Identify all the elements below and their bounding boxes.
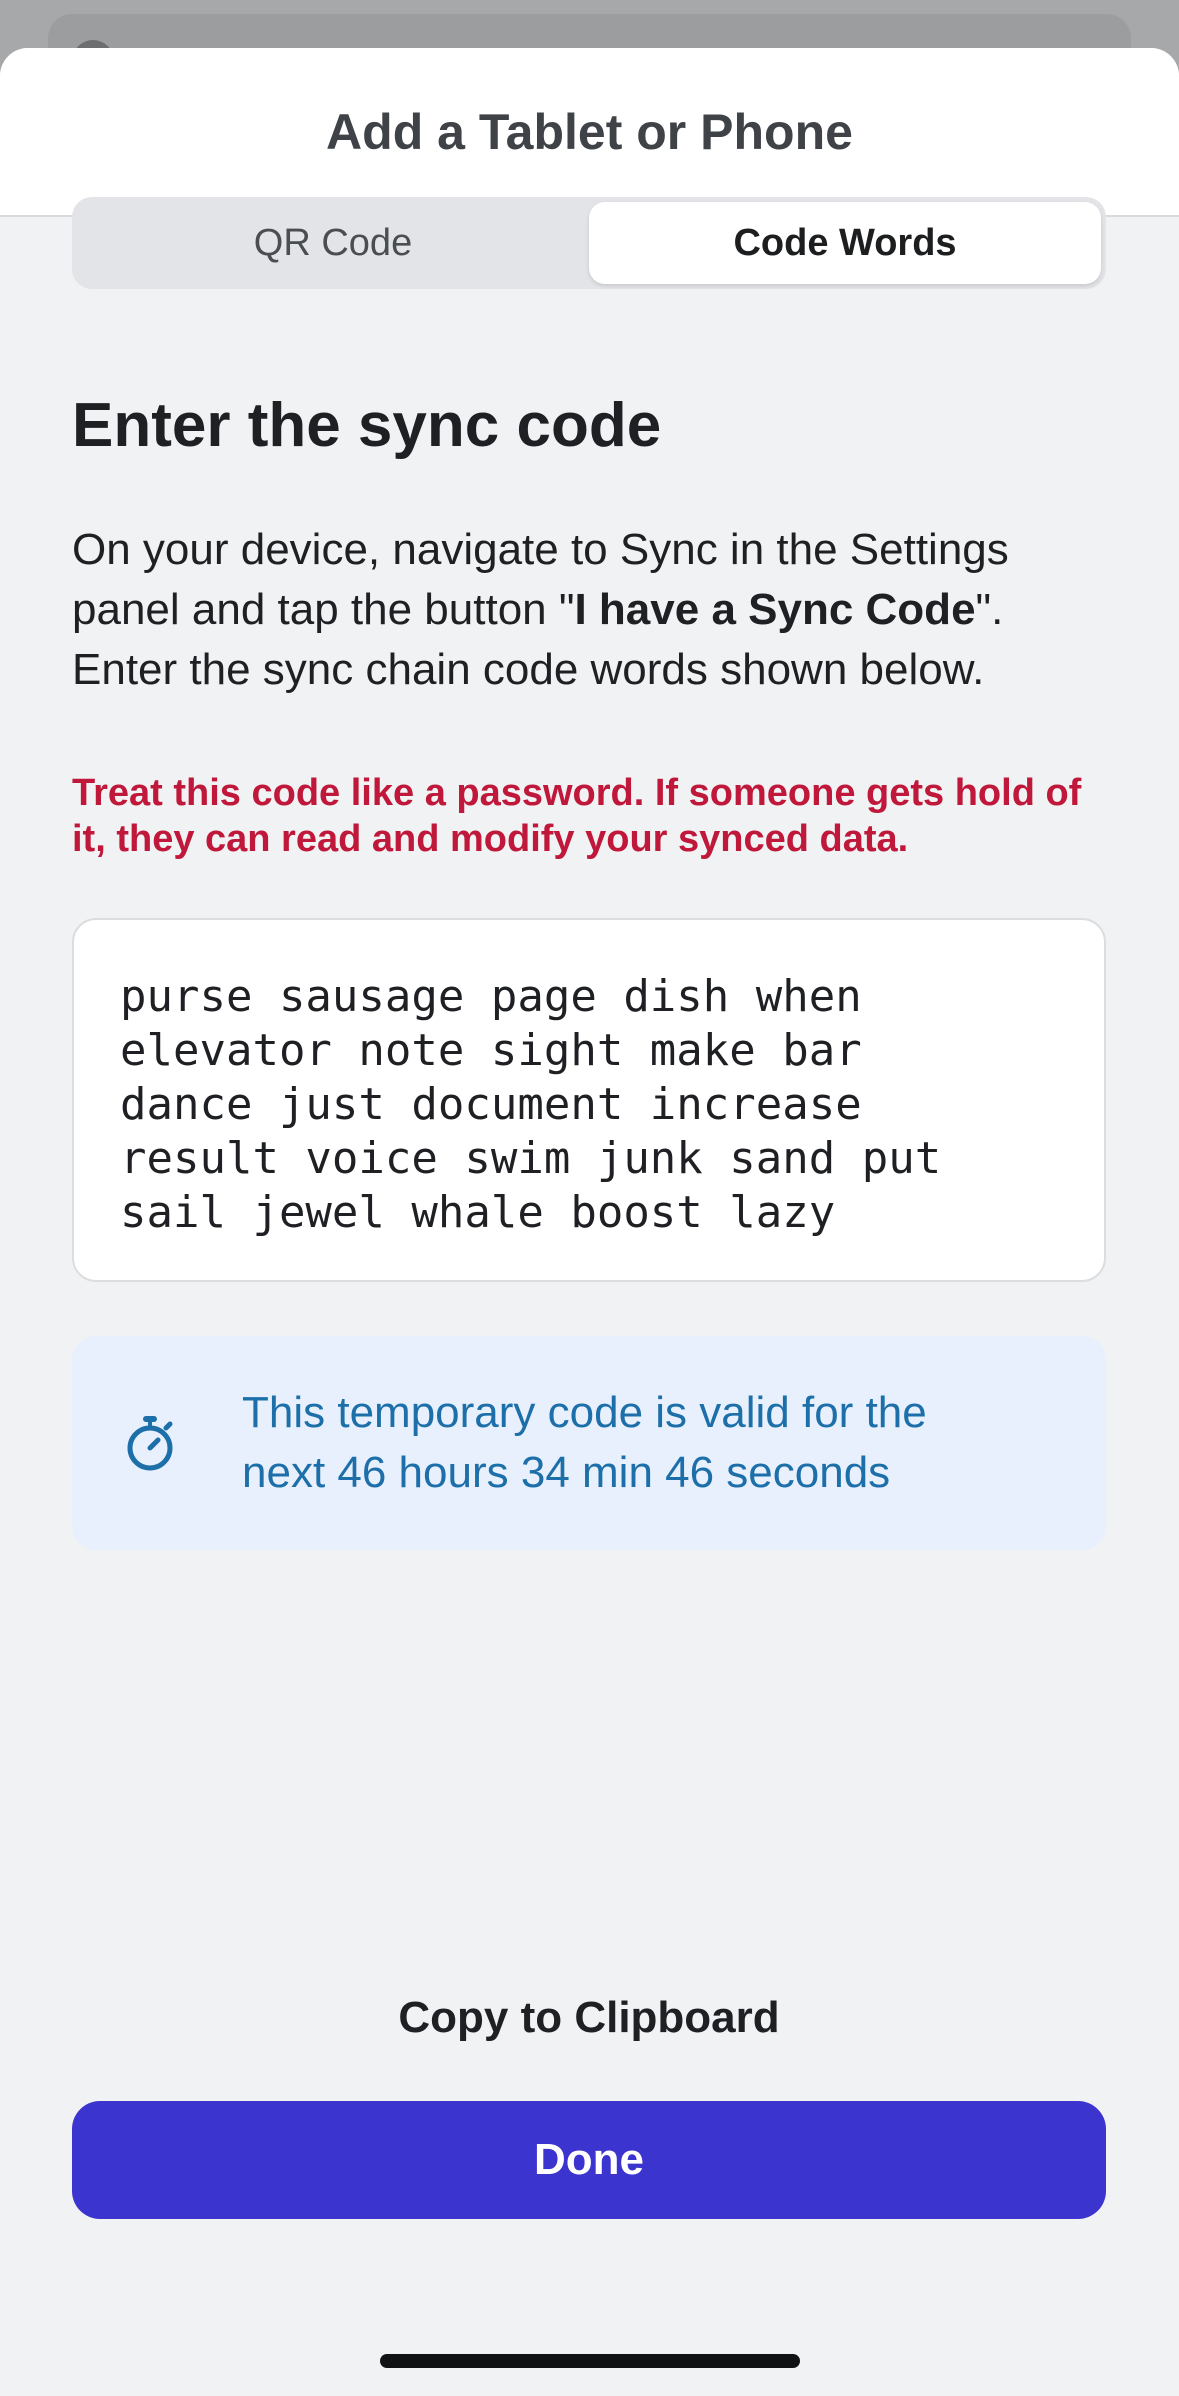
stopwatch-icon <box>127 1416 173 1471</box>
done-button[interactable]: Done <box>72 2101 1106 2219</box>
code-words-text: purse sausage page dish when elevator no… <box>120 971 942 1238</box>
home-indicator <box>380 2354 800 2368</box>
code-words-box[interactable]: purse sausage page dish when elevator no… <box>72 918 1106 1282</box>
page-heading: Enter the sync code <box>72 391 662 460</box>
timer-text-line1: This temporary code is valid for the <box>242 1388 927 1437</box>
copy-to-clipboard-button[interactable]: Copy to Clipboard <box>72 1986 1106 2050</box>
timer-text: This temporary code is valid for the nex… <box>242 1383 927 1503</box>
timer-info-box: This temporary code is valid for the nex… <box>72 1336 1106 1550</box>
instructions-text: On your device, navigate to Sync in the … <box>72 520 1112 700</box>
segmented-control: QR Code Code Words <box>72 197 1106 289</box>
tab-code-words[interactable]: Code Words <box>589 202 1101 284</box>
timer-text-line2: next 46 hours 34 min 46 seconds <box>242 1448 891 1497</box>
instructions-text-bold: I have a Sync Code <box>574 585 976 634</box>
sheet-header: Add a Tablet or Phone <box>0 48 1179 217</box>
tab-qr-code[interactable]: QR Code <box>77 202 589 284</box>
sheet-title: Add a Tablet or Phone <box>326 103 853 160</box>
security-warning: Treat this code like a password. If some… <box>72 772 1082 860</box>
